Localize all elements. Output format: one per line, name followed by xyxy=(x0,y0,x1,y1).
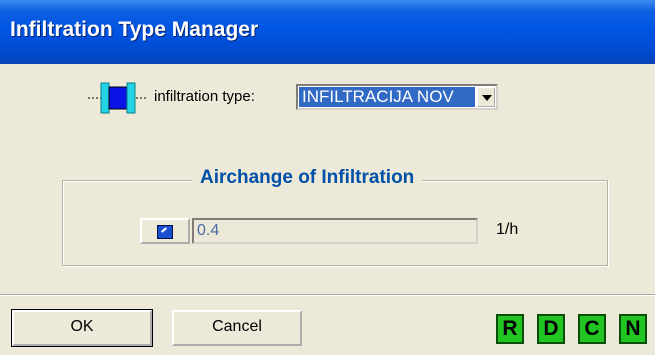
tool-d-button[interactable]: D xyxy=(537,314,565,344)
pick-arrow-icon xyxy=(157,225,173,239)
infiltration-type-dropdown[interactable]: INFILTRACIJA NOV xyxy=(296,84,498,110)
infiltration-type-label: infiltration type: xyxy=(154,88,255,105)
airchange-pick-button[interactable] xyxy=(140,218,190,244)
tool-n-button[interactable]: N xyxy=(619,314,647,344)
window-title: Infiltration Type Manager xyxy=(10,18,259,41)
airchange-group-title: Airchange of Infiltration xyxy=(192,167,423,189)
footer-divider xyxy=(0,294,655,296)
infiltration-type-value: INFILTRACIJA NOV xyxy=(299,87,475,107)
tool-r-button[interactable]: R xyxy=(496,314,524,344)
ok-button[interactable]: OK xyxy=(11,309,153,347)
infiltration-icon xyxy=(88,82,146,114)
title-bar[interactable]: Infiltration Type Manager xyxy=(0,0,655,64)
tool-c-button[interactable]: C xyxy=(578,314,606,344)
airchange-value-field[interactable]: 0.4 xyxy=(192,218,478,244)
chevron-down-icon[interactable] xyxy=(477,87,495,107)
cancel-button[interactable]: Cancel xyxy=(172,310,302,346)
airchange-unit: 1/h xyxy=(496,221,519,238)
